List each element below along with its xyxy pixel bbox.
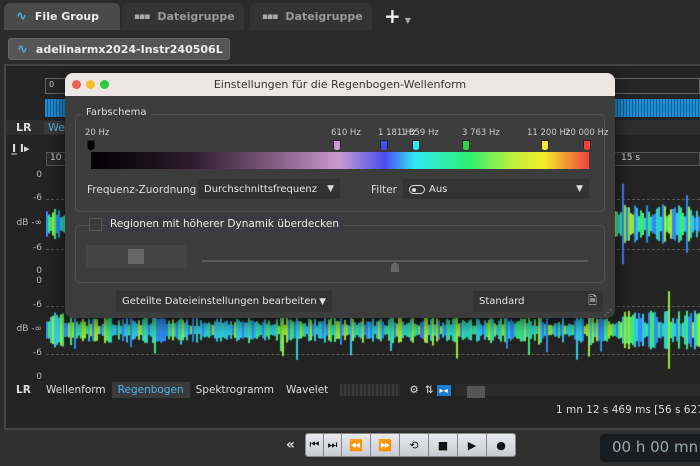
tab-wavelet[interactable]: Wavelet bbox=[280, 382, 334, 398]
axis-label: 0 bbox=[36, 372, 42, 382]
rainbow-settings-dialog: Einstellungen für die Regenbogen-Wellenf… bbox=[65, 73, 615, 318]
axis-label: -6 bbox=[33, 300, 42, 310]
axis-label: 0 bbox=[36, 266, 42, 276]
axis-label: dB -∞ bbox=[16, 324, 43, 334]
close-button[interactable] bbox=[72, 80, 81, 89]
zoom-button[interactable] bbox=[100, 80, 109, 89]
axis-label: 0 bbox=[36, 276, 42, 286]
file-name: adelinarmx2024-Instr240506L bbox=[35, 42, 223, 56]
horizontal-scrollbar[interactable] bbox=[454, 384, 700, 398]
frequency-label: 11 200 Hz bbox=[527, 128, 571, 138]
axis-label: 0 bbox=[36, 170, 42, 180]
axis-label: -6 bbox=[33, 243, 42, 253]
time-display: 00 h 00 mn bbox=[600, 434, 700, 462]
file-tab[interactable]: ∿ adelinarmx2024-Instr240506L bbox=[8, 38, 230, 60]
rewind-button[interactable]: ⏪ bbox=[342, 434, 371, 456]
dynamics-slider-track[interactable] bbox=[202, 260, 588, 262]
tab-dateigruppe-2[interactable]: ▪▪▪ Dateigruppe bbox=[250, 3, 372, 30]
tab-label: Dateigruppe bbox=[285, 10, 363, 23]
document-icon[interactable]: 🗎 bbox=[588, 292, 597, 311]
freq-mapping-dropdown[interactable]: Durchschnittsfrequenz ▼ bbox=[198, 179, 340, 199]
toggle-icon[interactable] bbox=[409, 184, 425, 194]
dialog-title: Einstellungen für die Regenbogen-Wellenf… bbox=[213, 78, 467, 91]
preset-value: Standard bbox=[479, 296, 525, 307]
tab-dateigruppe-1[interactable]: ▪▪▪ Dateigruppe bbox=[122, 3, 244, 30]
swap-icon[interactable]: ⇅ bbox=[422, 384, 437, 396]
gear-icon[interactable]: ⚙ bbox=[406, 384, 421, 396]
group-title: Farbschema bbox=[82, 107, 151, 118]
dynamics-checkbox[interactable] bbox=[89, 218, 102, 231]
tab-label: Dateigruppe bbox=[157, 10, 235, 23]
color-gradient-bar[interactable] bbox=[91, 152, 589, 169]
frequency-label: 20 000 Hz bbox=[565, 128, 609, 138]
filter-value: Aus bbox=[429, 183, 448, 195]
go-end-button[interactable]: ⏭ bbox=[324, 434, 342, 456]
play-button[interactable]: ▶ bbox=[458, 434, 487, 456]
frequency-label: 610 Hz bbox=[331, 128, 361, 138]
group-icon: ▪▪▪ bbox=[134, 11, 150, 22]
waveform-icon: ∿ bbox=[17, 41, 28, 57]
frequency-label: 20 Hz bbox=[85, 128, 110, 138]
chevron-down-icon: ▼ bbox=[404, 16, 411, 25]
record-button[interactable]: ● bbox=[487, 434, 515, 456]
tab-spektrogramm[interactable]: Spektrogramm bbox=[190, 382, 280, 398]
minimize-button[interactable] bbox=[86, 80, 95, 89]
view-tabs: LR Wellenform Regenbogen Spektrogramm Wa… bbox=[10, 382, 700, 398]
follow-icon[interactable]: ▸◂ bbox=[436, 384, 451, 396]
tab-wellenform[interactable]: Wellenform bbox=[40, 382, 112, 398]
time-text: 00 h 00 mn bbox=[612, 438, 699, 456]
freq-mapping-value: Durchschnittsfrequenz bbox=[204, 183, 317, 195]
dialog-titlebar[interactable]: Einstellungen für die Regenbogen-Wellenf… bbox=[65, 73, 615, 96]
status-time: 1 mn 12 s 469 ms [56 s 627 bbox=[556, 404, 700, 416]
tab-regenbogen[interactable]: Regenbogen bbox=[111, 382, 190, 398]
axis-label: -6 bbox=[33, 193, 42, 203]
axis-label: dB -∞ bbox=[16, 218, 43, 228]
fast-forward-button[interactable]: ⏩ bbox=[371, 434, 400, 456]
group-icon: ▪▪▪ bbox=[262, 11, 278, 22]
scroll-thumb[interactable] bbox=[466, 386, 485, 398]
level-meter bbox=[340, 384, 401, 396]
tab-label: File Group bbox=[34, 10, 99, 23]
freq-mapping-label: Frequenz-Zuordnung bbox=[87, 184, 197, 196]
filter-dropdown[interactable]: Aus ▼ bbox=[403, 179, 589, 199]
transport-controls: ⏮ ⏭ ⏪ ⏩ ⟲ ■ ▶ ● bbox=[305, 433, 516, 457]
ruler-label: 15 s bbox=[621, 153, 641, 163]
chevron-down-icon: ▼ bbox=[576, 184, 583, 194]
loop-button[interactable]: ⟲ bbox=[400, 434, 429, 456]
chevron-down-icon: ▼ bbox=[327, 184, 334, 194]
plus-icon: + bbox=[384, 4, 401, 28]
shared-settings-label: Geteilte Dateieinstellungen bearbeiten bbox=[122, 296, 317, 307]
add-tab-button[interactable]: + ▼ bbox=[384, 4, 411, 28]
chevron-down-icon: ▼ bbox=[319, 296, 326, 307]
lr-label: LR bbox=[16, 384, 31, 396]
collapse-button[interactable]: « bbox=[286, 437, 295, 453]
frequency-label: 3 763 Hz bbox=[462, 128, 500, 138]
go-start-button[interactable]: ⏮ bbox=[306, 434, 324, 456]
cursor-tool-icon[interactable]: I̲ I▸ bbox=[12, 142, 30, 155]
dynamics-checkbox-label[interactable]: Regionen mit höherer Dynamik überdecken bbox=[106, 217, 343, 231]
shared-settings-dropdown[interactable]: Geteilte Dateieinstellungen bearbeiten ▼ bbox=[116, 291, 332, 312]
lr-label: LR bbox=[16, 121, 32, 134]
dynamics-toggle-field[interactable] bbox=[86, 245, 187, 268]
toggle-knob[interactable] bbox=[128, 249, 144, 264]
frequency-label: 1 859 Hz bbox=[401, 128, 439, 138]
resize-grip-icon[interactable]: ⋰ bbox=[604, 308, 612, 317]
waveform-icon: ∿ bbox=[16, 9, 27, 24]
tab-file-group[interactable]: ∿ File Group bbox=[4, 3, 120, 30]
preset-field[interactable]: Standard 🗎 bbox=[473, 291, 603, 312]
ruler-label: 0 bbox=[49, 80, 55, 89]
filter-label: Filter bbox=[371, 184, 398, 196]
stop-button[interactable]: ■ bbox=[429, 434, 458, 456]
axis-label: -6 bbox=[33, 348, 42, 358]
